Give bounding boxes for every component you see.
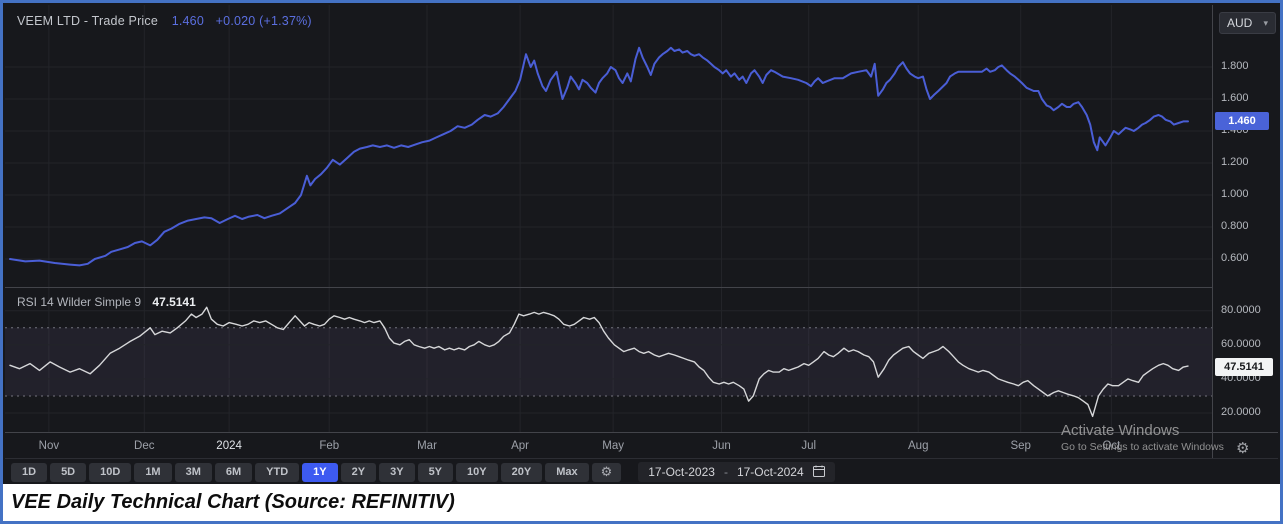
rsi-label: RSI 14 Wilder Simple 9 <box>17 295 142 309</box>
axis-settings-gear-icon[interactable]: ⚙ <box>1236 439 1249 457</box>
price-tick-label: 0.600 <box>1221 252 1249 264</box>
range-button-3y[interactable]: 3Y <box>379 462 415 482</box>
date-separator: - <box>723 465 728 479</box>
rsi-value-badge: 47.5141 <box>1215 357 1273 376</box>
range-button-max[interactable]: Max <box>545 462 589 482</box>
range-button-5d[interactable]: 5D <box>50 462 87 482</box>
range-button-6m[interactable]: 6M <box>214 462 253 482</box>
range-button-1y[interactable]: 1Y <box>302 462 338 482</box>
figure-caption: VEE Daily Technical Chart (Source: REFIN… <box>3 484 1280 521</box>
rsi-pane-header: RSI 14 Wilder Simple 9 47.5141 <box>17 295 196 309</box>
time-axis-label: Mar <box>417 440 437 452</box>
time-axis-label: Feb <box>319 440 340 452</box>
range-button-5y[interactable]: 5Y <box>417 462 454 482</box>
price-tick-label: 1.200 <box>1221 156 1249 168</box>
time-axis-label: Nov <box>38 440 60 452</box>
date-to: 17-Oct-2024 <box>736 465 804 479</box>
price-tick-label: 1.800 <box>1221 60 1249 72</box>
price-tick-label: 1.600 <box>1221 92 1249 104</box>
date-from: 17-Oct-2023 <box>648 465 715 479</box>
range-button-20y[interactable]: 20Y <box>500 462 543 482</box>
trading-chart-panel: VEEM LTD - Trade Price 1.460 +0.020 (+1.… <box>3 3 1280 484</box>
time-axis-label: Jul <box>801 440 817 452</box>
price-line <box>9 46 1189 267</box>
currency-dropdown[interactable]: AUD ▾ <box>1219 12 1276 34</box>
date-range-picker[interactable]: 17-Oct-2023-17-Oct-2024 <box>638 462 835 482</box>
range-button-10y[interactable]: 10Y <box>456 462 498 482</box>
time-axis-label: Dec <box>134 440 155 452</box>
time-axis-label: May <box>602 440 624 452</box>
chart-screenshot-frame: VEEM LTD - Trade Price 1.460 +0.020 (+1.… <box>0 0 1283 524</box>
range-button-10d[interactable]: 10D <box>89 462 132 482</box>
symbol-series-label: VEEM LTD - Trade Price <box>17 14 159 28</box>
price-tick-label: 0.800 <box>1221 220 1249 232</box>
price-change-text: +0.020 (+1.37%) <box>215 14 312 28</box>
rsi-tick-label: 20.0000 <box>1221 406 1261 418</box>
rsi-tick-label: 80.0000 <box>1221 303 1261 316</box>
time-axis-label: Jun <box>712 440 731 452</box>
chart-settings-gear-icon[interactable]: ⚙ <box>591 462 622 482</box>
last-price-badge: 1.460 <box>1215 112 1269 131</box>
chart-canvas[interactable] <box>3 3 1280 484</box>
range-button-2y[interactable]: 2Y <box>340 462 377 482</box>
rsi-value-text: 47.5141 <box>152 295 196 309</box>
time-axis-label: Oct <box>1102 440 1121 452</box>
range-button-ytd[interactable]: YTD <box>255 462 300 482</box>
price-tick-label: 1.000 <box>1221 188 1249 200</box>
time-axis: Nov Dec 2024 Feb Mar Apr May Jun Jul Aug Sep Oct <box>3 432 1212 458</box>
currency-label: AUD <box>1227 16 1253 30</box>
range-toolbar: 1D 5D 10D 1M 3M 6M YTD 1Y 2Y 3Y 5Y 10Y 20Y Max ⚙ 17-Oct… <box>11 462 835 482</box>
time-axis-label: Sep <box>1010 440 1031 452</box>
calendar-icon <box>812 465 825 480</box>
last-price-text: 1.460 <box>171 14 204 28</box>
price-pane-header: VEEM LTD - Trade Price 1.460 +0.020 (+1.… <box>17 14 312 28</box>
time-axis-label: Aug <box>908 440 929 452</box>
time-axis-label: 2024 <box>216 440 242 452</box>
rsi-tick-label: 60.0000 <box>1221 337 1261 350</box>
range-button-1m[interactable]: 1M <box>134 462 172 482</box>
range-button-3m[interactable]: 3M <box>174 462 212 482</box>
time-axis-label: Apr <box>511 440 530 452</box>
chevron-down-icon: ▾ <box>1263 17 1268 28</box>
range-button-1d[interactable]: 1D <box>11 462 48 482</box>
